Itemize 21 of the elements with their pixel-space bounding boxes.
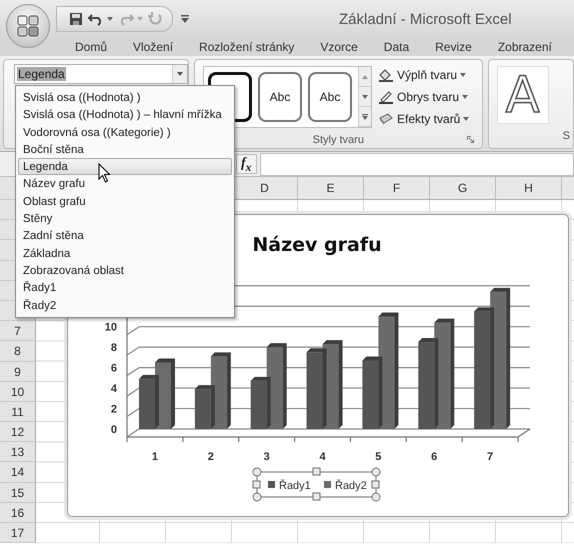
axis-label: 6 bbox=[110, 362, 117, 375]
axis-label: 0 bbox=[110, 424, 117, 436]
group-label: Styly tvaru bbox=[312, 134, 364, 146]
axis-label: 10 bbox=[104, 322, 117, 334]
axis-label: 7 bbox=[487, 451, 494, 463]
group-label: S bbox=[562, 130, 571, 142]
axis-label: 4 bbox=[319, 451, 326, 463]
axis-label: 2 bbox=[208, 451, 214, 463]
axis-label: 6 bbox=[431, 451, 438, 463]
swatch-label: Abc bbox=[320, 90, 340, 104]
legend-label: Řady2 bbox=[335, 480, 367, 492]
axis-label: 1 bbox=[152, 451, 158, 463]
swatch-label: Abc bbox=[270, 90, 290, 104]
axis-label: 4 bbox=[110, 383, 117, 396]
selected-element: Legenda bbox=[17, 67, 66, 81]
axis-label: 8 bbox=[110, 342, 117, 354]
axis-label: 5 bbox=[375, 451, 382, 463]
legend-label: Řady1 bbox=[279, 480, 311, 492]
axis-label: 2 bbox=[110, 404, 117, 416]
axis-label: 3 bbox=[264, 451, 270, 463]
window-title: Základní - Microsoft Excel bbox=[339, 10, 512, 28]
